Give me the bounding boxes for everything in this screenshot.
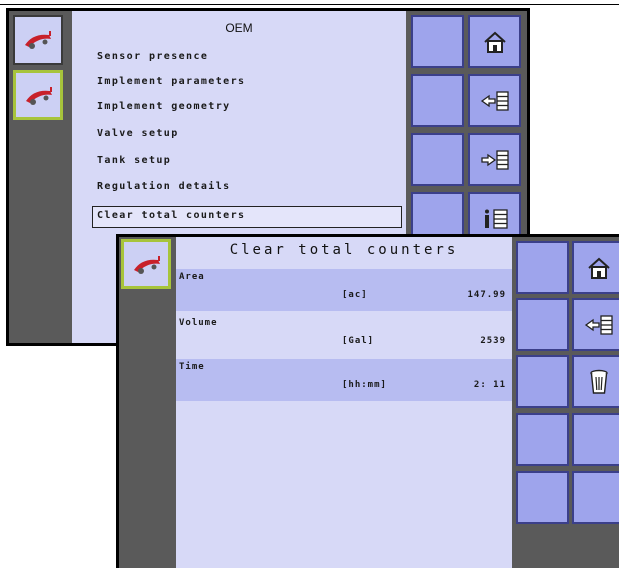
menu-item-valve-setup[interactable]: Valve setup xyxy=(97,128,179,139)
info-list-icon xyxy=(484,208,508,229)
blank-button-4[interactable] xyxy=(516,413,569,466)
blank-button-3[interactable] xyxy=(516,355,569,408)
home-button[interactable] xyxy=(468,15,521,68)
clear-counters-screen: Clear total counters Area [ac] 147.99 Vo… xyxy=(116,234,619,568)
counter-row-time[interactable]: Time [hh:mm] 2: 11 xyxy=(176,359,512,401)
blank-button-6[interactable] xyxy=(516,471,569,524)
back-list-icon xyxy=(480,90,509,111)
blank-button-2[interactable] xyxy=(516,298,569,351)
back-list-icon xyxy=(584,314,613,335)
blank-button-2[interactable] xyxy=(411,74,464,127)
implement-tab[interactable] xyxy=(13,15,63,65)
blank-button-7[interactable] xyxy=(572,471,619,524)
home-icon xyxy=(483,31,506,53)
blank-button-5[interactable] xyxy=(572,413,619,466)
row-unit: [hh:mm] xyxy=(342,380,387,390)
row-unit: [Gal] xyxy=(342,336,375,346)
clear-button-column xyxy=(512,237,619,568)
implement-tab-active[interactable] xyxy=(13,70,63,120)
row-value: 147.99 xyxy=(467,290,506,300)
forward-list-icon xyxy=(480,149,509,170)
back-button[interactable] xyxy=(468,74,521,127)
row-label: Area xyxy=(179,272,205,282)
oem-left-column xyxy=(9,11,72,343)
clear-left-column xyxy=(119,237,176,568)
home-button[interactable] xyxy=(572,241,619,294)
blank-button-1[interactable] xyxy=(411,15,464,68)
row-label: Volume xyxy=(179,318,218,328)
menu-item-clear-total-counters[interactable]: Clear total counters xyxy=(92,206,402,228)
page-title: Clear total counters xyxy=(229,242,459,258)
counter-row-area[interactable]: Area [ac] 147.99 xyxy=(176,269,512,311)
blank-button-3[interactable] xyxy=(411,133,464,186)
menu-item-sensor-presence[interactable]: Sensor presence xyxy=(97,51,208,62)
row-label: Time xyxy=(179,362,205,372)
implement-tab-active[interactable] xyxy=(121,239,171,289)
sprayer-icon xyxy=(134,256,160,274)
row-value: 2539 xyxy=(480,336,506,346)
menu-item-regulation-details[interactable]: Regulation details xyxy=(97,181,231,192)
row-unit: [ac] xyxy=(342,290,368,300)
trash-icon xyxy=(589,369,608,394)
sprayer-icon xyxy=(26,87,52,105)
delete-button[interactable] xyxy=(572,355,619,408)
sprayer-icon xyxy=(25,31,51,49)
blank-button-1[interactable] xyxy=(516,241,569,294)
menu-item-tank-setup[interactable]: Tank setup xyxy=(97,155,171,166)
forward-button[interactable] xyxy=(468,133,521,186)
clear-content: Clear total counters Area [ac] 147.99 Vo… xyxy=(176,237,512,568)
back-button[interactable] xyxy=(572,298,619,351)
menu-item-implement-geometry[interactable]: Implement geometry xyxy=(97,101,231,112)
top-rule xyxy=(0,4,619,5)
home-icon xyxy=(587,257,610,279)
row-value: 2: 11 xyxy=(473,380,506,390)
page-title: OEM xyxy=(225,21,253,35)
counter-row-volume[interactable]: Volume [Gal] 2539 xyxy=(176,315,512,357)
menu-item-implement-parameters[interactable]: Implement parameters xyxy=(97,76,245,87)
